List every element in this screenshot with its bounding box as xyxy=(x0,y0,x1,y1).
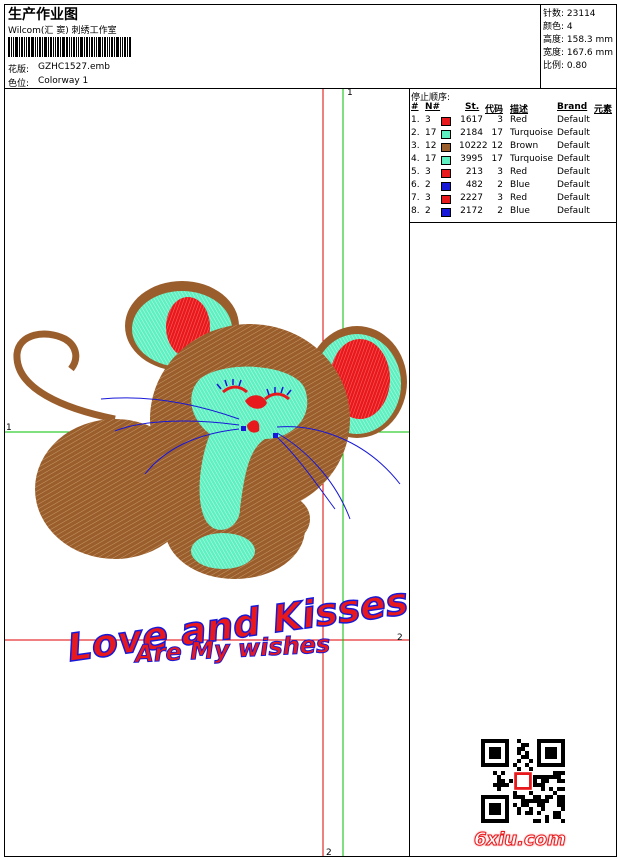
cell-n: 3 xyxy=(425,115,431,125)
cell-idx: 6. xyxy=(411,180,420,190)
color-count: 颜色: 4 xyxy=(543,22,573,32)
cell-n: 2 xyxy=(425,206,431,216)
mouse-paw-right xyxy=(250,494,310,544)
color-swatch xyxy=(441,169,451,178)
design-filename: GZHC1527.emb xyxy=(38,62,110,72)
color-swatch xyxy=(441,143,451,152)
header-description: 描述 xyxy=(510,105,529,115)
stop-sequence-row: 6. 2 482 2 Blue Default xyxy=(411,180,617,193)
watermark-logo: 6xiu.com xyxy=(474,829,567,851)
cell-code: 3 xyxy=(497,167,503,177)
cell-n: 2 xyxy=(425,180,431,190)
cell-n: 3 xyxy=(425,167,431,177)
cell-code: 17 xyxy=(491,128,503,138)
cell-desc: Red xyxy=(510,193,528,203)
stats-divider xyxy=(540,4,541,88)
cell-brand: Default xyxy=(557,206,590,216)
cell-desc: Red xyxy=(510,115,528,125)
cell-code: 17 xyxy=(491,154,503,164)
header-element: 元素 xyxy=(594,105,613,115)
stitch-count: 针数: 23114 xyxy=(543,9,596,19)
cell-st: 2227 xyxy=(460,193,483,203)
color-swatch xyxy=(441,195,451,204)
marker-right-2: 2 xyxy=(397,633,403,643)
cell-desc: Brown xyxy=(510,141,539,151)
color-swatch xyxy=(441,156,451,165)
mouse-whisker-dot-left xyxy=(241,426,246,431)
page-title: 生产作业图 xyxy=(8,7,78,23)
color-swatch xyxy=(441,130,451,139)
color-swatch xyxy=(441,208,451,217)
cell-st: 3995 xyxy=(460,154,483,164)
header-brand: Brand xyxy=(557,102,588,112)
mouse-tail xyxy=(13,330,116,423)
cell-st: 213 xyxy=(465,167,483,177)
cell-desc: Turquoise xyxy=(510,128,554,138)
color-swatch xyxy=(441,117,451,126)
cell-st: 1617 xyxy=(460,115,483,125)
cell-desc: Turquoise xyxy=(510,154,554,164)
cell-desc: Blue xyxy=(510,180,530,190)
cell-code: 3 xyxy=(497,193,503,203)
stop-sequence-header: # N# St. 代码 描述 Brand 元素 xyxy=(411,102,617,115)
stop-sequence-row: 3. 12 10222 12 Brown Default xyxy=(411,141,617,154)
design-height: 高度: 158.3 mm xyxy=(543,35,614,45)
color-swatch xyxy=(441,182,451,191)
design-width: 宽度: 167.6 mm xyxy=(543,48,614,58)
stop-sequence-row: 5. 3 213 3 Red Default xyxy=(411,167,617,180)
cell-brand: Default xyxy=(557,154,590,164)
barcode xyxy=(8,37,150,57)
marker-left-1: 1 xyxy=(6,423,12,433)
cell-brand: Default xyxy=(557,193,590,203)
mouse-paw-left xyxy=(50,459,140,539)
cell-st: 2184 xyxy=(460,128,483,138)
cell-brand: Default xyxy=(557,180,590,190)
cell-code: 12 xyxy=(491,141,503,151)
header-needle: N# xyxy=(425,102,441,112)
cell-code: 2 xyxy=(497,180,503,190)
qr-code xyxy=(481,739,565,823)
header-stitches: St. xyxy=(465,102,480,112)
cell-brand: Default xyxy=(557,128,590,138)
header-code: 代码 xyxy=(485,105,504,115)
cell-desc: Red xyxy=(510,167,528,177)
cell-n: 17 xyxy=(425,154,437,164)
cell-st: 10222 xyxy=(459,141,488,151)
stop-sequence-row: 7. 3 2227 3 Red Default xyxy=(411,193,617,206)
design-label: 花版: xyxy=(8,65,30,75)
cell-desc: Blue xyxy=(510,206,530,216)
cell-idx: 1. xyxy=(411,115,420,125)
software-label: Wilcom(汇 窦) 刺绣工作室 xyxy=(8,26,117,36)
cell-code: 2 xyxy=(497,206,503,216)
stop-sequence-row: 2. 17 2184 17 Turquoise Default xyxy=(411,128,617,141)
colorway-value: Colorway 1 xyxy=(38,76,89,86)
header-index: # xyxy=(411,102,419,112)
cell-brand: Default xyxy=(557,167,590,177)
embroidery-design-preview: Love and Kisses Are My wishes 1 1 2 2 xyxy=(5,89,409,856)
cell-idx: 8. xyxy=(411,206,420,216)
stop-sequence-row: 1. 3 1617 3 Red Default xyxy=(411,115,617,128)
design-text: Love and Kisses Are My wishes xyxy=(64,578,409,671)
design-divider xyxy=(409,88,410,857)
cell-brand: Default xyxy=(557,141,590,151)
cell-st: 482 xyxy=(465,180,483,190)
marker-bottom-2: 2 xyxy=(326,848,332,856)
cell-idx: 4. xyxy=(411,154,420,164)
cell-n: 3 xyxy=(425,193,431,203)
cell-idx: 2. xyxy=(411,128,420,138)
design-scale: 比例: 0.80 xyxy=(543,61,587,71)
cell-n: 12 xyxy=(425,141,437,151)
cell-brand: Default xyxy=(557,115,590,125)
cell-n: 17 xyxy=(425,128,437,138)
stop-sequence-row: 8. 2 2172 2 Blue Default xyxy=(411,206,617,219)
cell-idx: 7. xyxy=(411,193,420,203)
cell-st: 2172 xyxy=(460,206,483,216)
cell-idx: 3. xyxy=(411,141,420,151)
cell-idx: 5. xyxy=(411,167,420,177)
cell-code: 3 xyxy=(497,115,503,125)
marker-top-1: 1 xyxy=(347,89,353,98)
stoplist-divider xyxy=(409,222,617,223)
mouse-foot xyxy=(191,533,255,569)
stop-sequence-row: 4. 17 3995 17 Turquoise Default xyxy=(411,154,617,167)
